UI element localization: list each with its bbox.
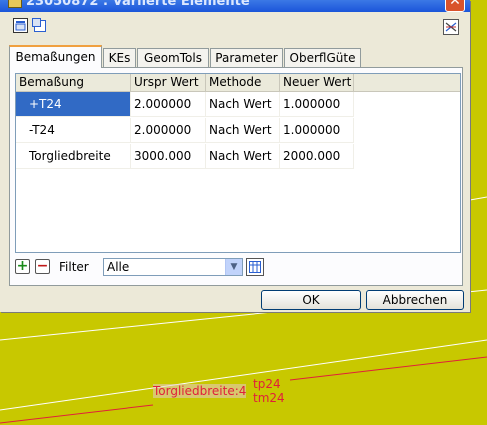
table-row[interactable]: -T24 2.000000 Nach Wert 1.000000 [16, 118, 460, 143]
table-header: Bemaßung Urspr Wert Methode Neuer Wert [16, 74, 460, 92]
column-header-urspr-wert[interactable]: Urspr Wert [131, 74, 206, 91]
toolbar-options-icon[interactable] [443, 19, 459, 35]
title-bar[interactable]: 23050872 : Variierte Elemente ✕ [0, 0, 470, 12]
filter-select[interactable]: Alle ▼ [103, 258, 243, 276]
table-row[interactable]: +T24 2.000000 Nach Wert 1.000000 [16, 92, 460, 117]
dialog-variierte-elemente: 23050872 : Variierte Elemente ✕ Bemaßung… [0, 0, 470, 312]
cell-neuer-wert[interactable]: 1.000000 [280, 118, 354, 143]
toolbar-window-icon[interactable] [32, 18, 47, 33]
filter-label: Filter [59, 260, 89, 274]
close-button[interactable]: ✕ [445, 0, 465, 12]
app-icon [8, 0, 22, 8]
ok-button[interactable]: OK [261, 290, 361, 310]
tab-parameter[interactable]: Parameter [210, 48, 283, 67]
window-title: 23050872 : Variierte Elemente [26, 0, 250, 9]
chevron-down-icon[interactable]: ▼ [225, 259, 242, 275]
cell-urspr-wert[interactable]: 2.000000 [131, 118, 206, 143]
cell-methode[interactable]: Nach Wert [206, 92, 280, 117]
cell-urspr-wert[interactable]: 3000.000 [131, 144, 206, 169]
annotation-upper-tolerance: tp24 [253, 377, 281, 391]
dimension-table: Bemaßung Urspr Wert Methode Neuer Wert +… [15, 73, 461, 253]
tab-panel: Bemaßung Urspr Wert Methode Neuer Wert +… [9, 67, 463, 286]
cell-neuer-wert[interactable]: 1.000000 [280, 92, 354, 117]
tab-geomtols[interactable]: GeomTols [137, 48, 209, 67]
cell-urspr-wert[interactable]: 2.000000 [131, 92, 206, 117]
filter-select-value: Alle [107, 260, 130, 274]
column-header-neuer-wert[interactable]: Neuer Wert [280, 74, 354, 91]
tab-kes[interactable]: KEs [103, 48, 136, 67]
tab-oberflguete[interactable]: OberflGüte [284, 48, 361, 67]
column-header-methode[interactable]: Methode [206, 74, 280, 91]
cell-methode[interactable]: Nach Wert [206, 118, 280, 143]
cell-bemassung[interactable]: -T24 [16, 118, 131, 143]
annotation-main-text: Torgliedbreite:4 [153, 384, 247, 398]
cancel-button[interactable]: Abbrechen [366, 290, 464, 310]
add-icon[interactable]: + [15, 259, 30, 274]
cell-methode[interactable]: Nach Wert [206, 144, 280, 169]
tab-bemassungen[interactable]: Bemaßungen [9, 45, 102, 68]
filter-bar: + − Filter Alle ▼ [15, 258, 461, 278]
cell-bemassung[interactable]: +T24 [16, 92, 131, 117]
column-header-bemassung[interactable]: Bemaßung [16, 74, 131, 91]
remove-icon[interactable]: − [35, 259, 50, 274]
table-row[interactable]: Torgliedbreite 3000.000 Nach Wert 2000.0… [16, 144, 460, 169]
cell-bemassung[interactable]: Torgliedbreite [16, 144, 131, 169]
cell-neuer-wert[interactable]: 2000.000 [280, 144, 354, 169]
table-settings-icon[interactable] [246, 258, 264, 276]
toolbar-list-icon[interactable] [13, 18, 28, 33]
annotation-lower-tolerance: tm24 [253, 391, 285, 405]
